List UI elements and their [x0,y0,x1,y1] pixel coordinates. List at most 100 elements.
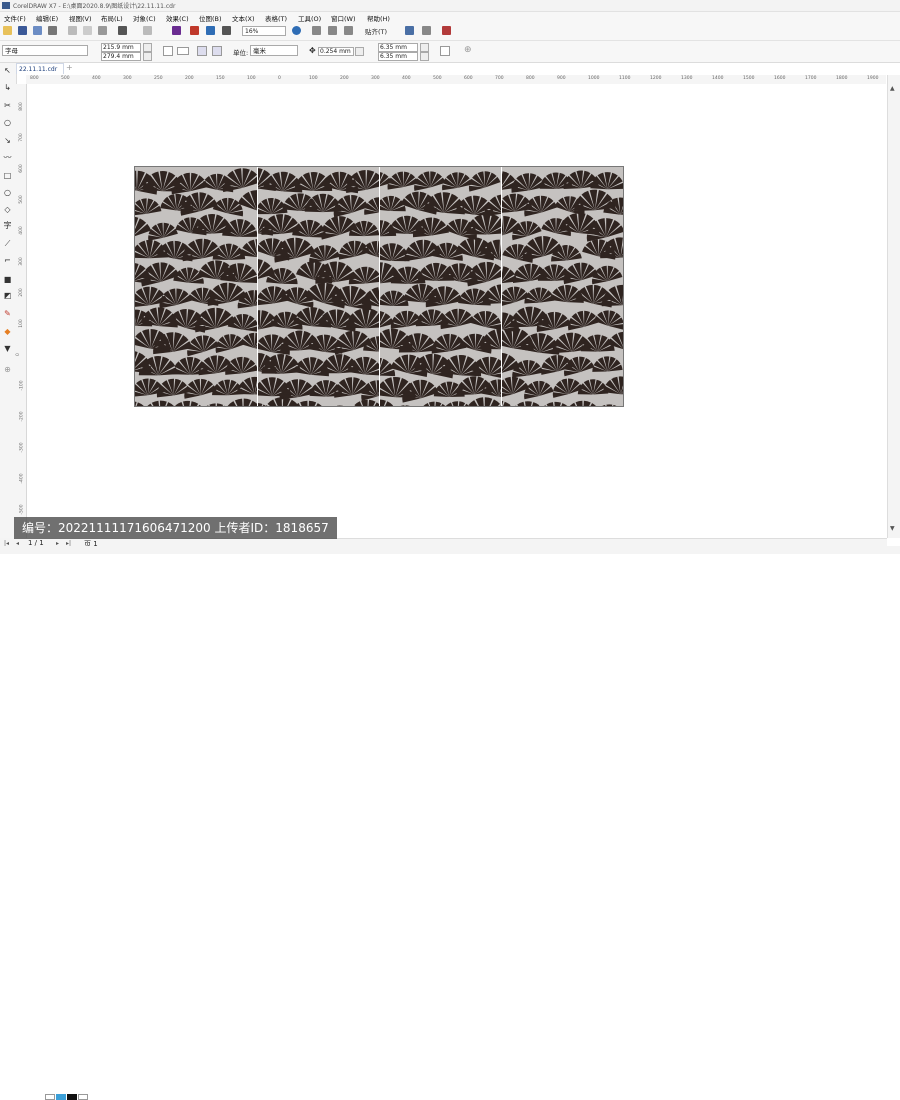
application-launcher-icon[interactable] [442,26,451,35]
ruler-tick-label: 500 [61,76,70,81]
save-icon[interactable] [33,26,42,35]
fan-motif [578,379,609,394]
drawing-canvas[interactable] [27,84,886,538]
nudge-distance-input[interactable]: 0.254 mm [318,47,354,56]
parallel-dimension-icon[interactable]: ⟋ [3,239,12,248]
copy-icon[interactable] [83,26,92,35]
undo-icon[interactable] [118,26,127,35]
carved-panel-1[interactable] [135,167,257,406]
color-eyedropper-icon[interactable]: ✎ [3,309,12,318]
search-content-icon[interactable] [172,26,181,35]
menu-file[interactable]: 文件(F) [4,13,26,23]
import-icon[interactable] [190,26,199,35]
shape-tool-icon[interactable]: ↳ [3,83,12,92]
freehand-tool-icon[interactable]: ↘ [3,136,12,145]
crop-tool-icon[interactable]: ✂ [3,101,12,110]
fan-motif [402,380,438,403]
page-height-input[interactable]: 279.4 mm [101,52,141,61]
page-frame-icon[interactable] [440,46,450,56]
ellipse-tool-icon[interactable]: ○ [3,188,12,197]
duplicate-distance-x-input[interactable]: 6.35 mm [378,43,418,52]
ruler-tick-label: 100 [247,76,256,81]
add-icon[interactable]: ⊕ [464,45,472,55]
fan-motif [237,377,257,395]
publish-pdf-icon[interactable] [222,26,231,35]
menu-text[interactable]: 文本(X) [232,13,255,23]
carved-panel-3[interactable] [380,167,501,406]
ruler-tick-label: 500 [433,76,442,81]
menu-help[interactable]: 帮助(H) [367,13,390,23]
fan-motif [538,402,574,406]
drop-shadow-icon[interactable]: ■ [3,275,12,284]
show-grid-icon[interactable] [328,26,337,35]
duplicate-distance-y-input[interactable]: 6.35 mm [378,52,418,61]
swatch-white[interactable] [45,1094,55,1100]
menu-view[interactable]: 视图(V) [69,13,92,23]
interactive-fill-icon[interactable]: ◆ [3,327,12,336]
menu-edit[interactable]: 编辑(E) [36,13,58,23]
units-select[interactable]: 毫米 [250,45,298,56]
menu-layout[interactable]: 布局(L) [101,13,123,23]
snap-to-dropdown[interactable]: 贴齐(T) [365,26,387,36]
rectangle-tool-icon[interactable]: □ [3,171,12,180]
redo-icon[interactable] [143,26,152,35]
current-page-icon[interactable] [212,46,222,56]
connector-tool-icon[interactable]: ⌐ [3,256,12,265]
paper-type-select[interactable]: 字母 [2,45,88,56]
polygon-tool-icon[interactable]: ◇ [3,205,12,214]
menu-window[interactable]: 窗口(W) [331,13,356,23]
fan-petal [502,401,503,406]
cut-icon[interactable] [68,26,77,35]
scroll-up-icon[interactable]: ▲ [890,85,895,92]
swatch-black[interactable] [67,1094,77,1100]
vertical-ruler[interactable]: 8007006005004003002001000-100-200-300-40… [16,84,27,538]
transparency-tool-icon[interactable]: ◩ [3,291,12,300]
dup-x-spinner[interactable] [420,43,429,52]
export-icon[interactable] [206,26,215,35]
show-rulers-icon[interactable] [312,26,321,35]
fan-motif [390,405,420,406]
menu-effects[interactable]: 效果(C) [166,13,189,23]
menu-tools[interactable]: 工具(O) [298,13,321,23]
ruler-tick-label: 1200 [650,76,661,81]
portrait-icon[interactable] [163,46,173,56]
menu-bitmap[interactable]: 位图(B) [199,13,222,23]
menu-table[interactable]: 表格(T) [265,13,287,23]
zoom-tool-icon[interactable]: ○ [3,118,12,127]
paste-icon[interactable] [98,26,107,35]
swatch-cyan[interactable] [56,1094,66,1100]
open-folder-icon[interactable] [18,26,27,35]
welcome-screen-icon[interactable] [405,26,414,35]
height-spinner[interactable] [143,52,152,61]
new-document-icon[interactable] [3,26,12,35]
page-width-input[interactable]: 215.9 mm [101,43,141,52]
scroll-down-icon[interactable]: ▼ [890,525,895,532]
text-tool-icon[interactable]: 字 [3,221,12,230]
vertical-scrollbar[interactable]: ▲ ▼ [887,75,900,538]
nudge-spinner[interactable] [355,47,364,56]
fan-motif [564,401,601,406]
options-icon[interactable] [422,26,431,35]
new-tab-icon[interactable]: + [66,64,74,72]
pick-tool-icon[interactable]: ↖ [3,66,12,75]
menu-object[interactable]: 对象(C) [133,13,156,23]
add-tool-icon[interactable]: ⊕ [3,365,12,374]
ruler-tick-label: 800 [19,102,24,111]
all-pages-icon[interactable] [197,46,207,56]
dup-y-spinner[interactable] [420,52,429,61]
zoom-level-select[interactable]: 16% [242,26,286,36]
width-spinner[interactable] [143,43,152,52]
artistic-media-icon[interactable]: 〰 [3,153,12,162]
landscape-icon[interactable] [177,47,189,55]
carved-panel-4[interactable] [502,167,623,406]
fan-motif [148,223,178,241]
ruler-tick-label: 500 [19,195,24,204]
carved-panel-2[interactable] [258,167,379,406]
swatch-none[interactable] [78,1094,88,1100]
full-screen-icon[interactable] [292,26,301,35]
print-icon[interactable] [48,26,57,35]
document-tab[interactable]: 22.11.11.cdr [16,63,64,74]
ruler-tick-label: 0 [16,353,21,356]
smart-fill-icon[interactable]: ▼ [3,344,12,353]
show-guidelines-icon[interactable] [344,26,353,35]
